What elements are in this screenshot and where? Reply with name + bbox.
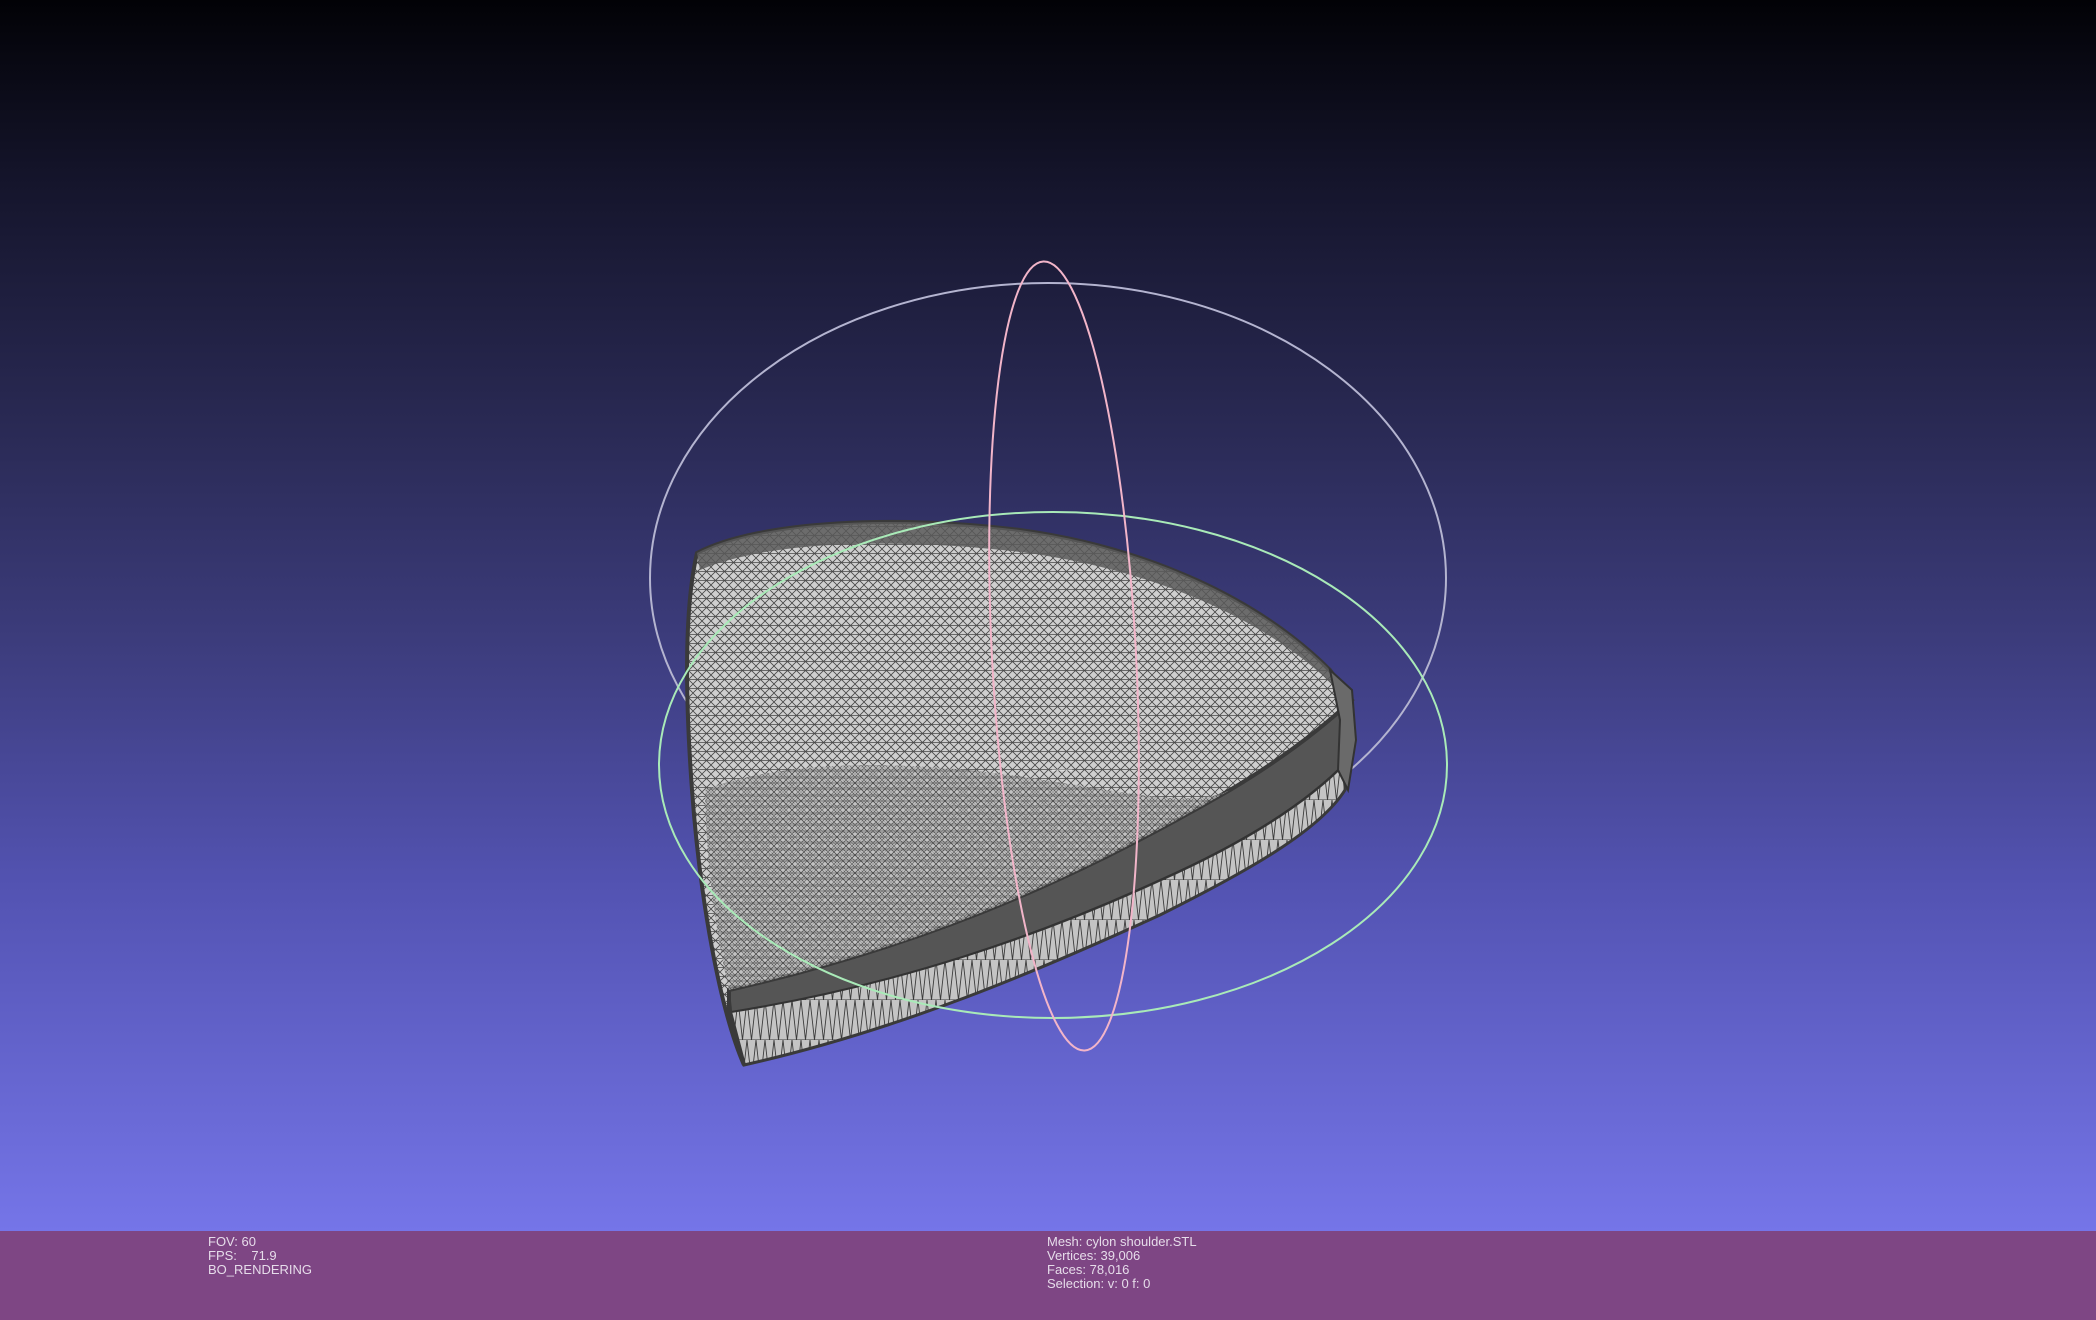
- mesh-name: cylon shoulder.STL: [1086, 1234, 1197, 1249]
- mesh-model: [685, 519, 1358, 1067]
- fps-readout: FPS: 71.9: [208, 1249, 312, 1263]
- faces-label: Faces:: [1047, 1262, 1087, 1277]
- scene-canvas[interactable]: [0, 0, 2096, 1231]
- render-info: FOV: 60 FPS: 71.9 BO_RENDERING: [208, 1235, 312, 1277]
- mesh-info: Mesh: cylon shoulder.STL Vertices: 39,00…: [1047, 1235, 1197, 1291]
- 3d-viewport[interactable]: [0, 0, 2096, 1231]
- render-mode: BO_RENDERING: [208, 1262, 313, 1277]
- faces-value: 78,016: [1089, 1262, 1130, 1277]
- selection-value: v: 0 f: 0: [1107, 1276, 1151, 1291]
- mesh-label: Mesh:: [1047, 1234, 1083, 1249]
- faces-readout: Faces: 78,016: [1047, 1263, 1197, 1277]
- mesh-name-readout: Mesh: cylon shoulder.STL: [1047, 1235, 1197, 1249]
- selection-readout: Selection: v: 0 f: 0: [1047, 1277, 1197, 1291]
- fps-value: 71.9: [251, 1248, 277, 1263]
- fov-readout: FOV: 60: [208, 1235, 312, 1249]
- vertices-readout: Vertices: 39,006: [1047, 1249, 1197, 1263]
- fov-label: FOV:: [208, 1234, 238, 1249]
- fov-value: 60: [241, 1234, 256, 1249]
- vertices-label: Vertices:: [1047, 1248, 1097, 1263]
- vertices-value: 39,006: [1100, 1248, 1141, 1263]
- selection-label: Selection:: [1047, 1276, 1105, 1291]
- fps-label: FPS:: [208, 1248, 237, 1263]
- status-bar: FOV: 60 FPS: 71.9 BO_RENDERING Mesh: cyl…: [0, 1231, 2096, 1320]
